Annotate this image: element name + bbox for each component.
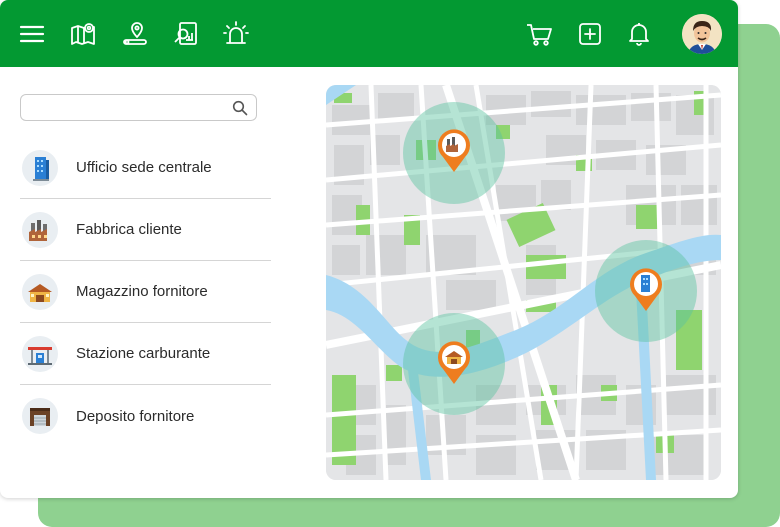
search-box[interactable] bbox=[20, 94, 257, 121]
user-avatar[interactable] bbox=[682, 14, 722, 54]
location-item-office[interactable]: Ufficio sede centrale bbox=[20, 137, 271, 199]
map-marker-office[interactable] bbox=[628, 266, 664, 312]
location-label: Magazzino fornitore bbox=[76, 283, 208, 300]
location-route-icon[interactable] bbox=[121, 20, 149, 48]
location-item-depot[interactable]: Deposito fornitore bbox=[20, 385, 271, 447]
depot-icon bbox=[22, 398, 58, 434]
menu-icon[interactable] bbox=[18, 20, 46, 48]
search-icon[interactable] bbox=[232, 100, 248, 116]
app-window: Ufficio sede centrale Fabbrica cliente M… bbox=[0, 0, 738, 498]
map-marker-factory[interactable] bbox=[436, 127, 472, 173]
location-item-warehouse[interactable]: Magazzino fornitore bbox=[20, 261, 271, 323]
alert-siren-icon[interactable] bbox=[222, 20, 250, 48]
location-item-fuel-station[interactable]: Stazione carburante bbox=[20, 323, 271, 385]
factory-icon bbox=[22, 211, 58, 248]
bell-icon[interactable] bbox=[625, 20, 653, 48]
fuel-station-icon bbox=[22, 335, 58, 372]
warehouse-icon bbox=[22, 273, 58, 310]
city-map[interactable] bbox=[326, 85, 721, 480]
map-icon[interactable] bbox=[69, 20, 97, 48]
location-label: Stazione carburante bbox=[76, 345, 211, 362]
search-input[interactable] bbox=[29, 98, 229, 118]
location-label: Ufficio sede centrale bbox=[76, 159, 212, 176]
document-analysis-icon[interactable] bbox=[172, 20, 200, 48]
sidebar: Ufficio sede centrale Fabbrica cliente M… bbox=[0, 67, 300, 498]
top-bar bbox=[0, 0, 738, 67]
add-icon[interactable] bbox=[576, 20, 604, 48]
map-marker-warehouse[interactable] bbox=[436, 339, 472, 385]
cart-icon[interactable] bbox=[525, 20, 553, 48]
location-item-factory[interactable]: Fabbrica cliente bbox=[20, 199, 271, 261]
location-label: Fabbrica cliente bbox=[76, 221, 182, 238]
location-label: Deposito fornitore bbox=[76, 407, 195, 425]
office-building-icon bbox=[22, 149, 58, 186]
